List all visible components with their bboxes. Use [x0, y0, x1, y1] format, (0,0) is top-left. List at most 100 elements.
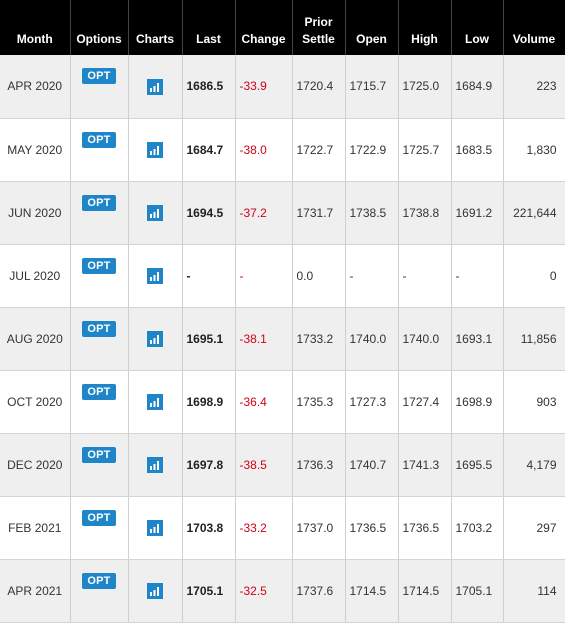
high-value: 1741.3: [398, 433, 452, 497]
month-label[interactable]: FEB 2021: [8, 521, 61, 535]
last-price: 1705.1: [182, 559, 236, 623]
change-value: -33.2: [235, 496, 293, 560]
month-cell[interactable]: OCT 2020: [0, 370, 71, 434]
column-header-month[interactable]: Month: [0, 0, 71, 55]
column-header-prior-settle[interactable]: Prior Settle: [292, 0, 346, 55]
change-value: -37.2: [235, 181, 293, 245]
column-header-volume[interactable]: Volume: [503, 0, 565, 55]
change-value: -38.1: [235, 307, 293, 371]
charts-cell: [128, 244, 183, 308]
volume-value: 1,830: [503, 118, 565, 182]
volume-value: 221,644: [503, 181, 565, 245]
column-header-low[interactable]: Low: [451, 0, 504, 55]
bar-chart-icon[interactable]: [147, 331, 163, 347]
charts-cell: [128, 307, 183, 371]
opt-button[interactable]: OPT: [82, 131, 116, 148]
options-cell: OPT: [70, 181, 129, 245]
last-price: 1684.7: [182, 118, 236, 182]
opt-button[interactable]: OPT: [82, 383, 116, 400]
options-cell: OPT: [70, 559, 129, 623]
month-label[interactable]: DEC 2020: [7, 458, 62, 472]
low-value: 1698.9: [451, 370, 504, 434]
month-cell[interactable]: APR 2021: [0, 559, 71, 623]
month-label[interactable]: JUL 2020: [9, 269, 60, 283]
options-cell: OPT: [70, 307, 129, 371]
options-cell: OPT: [70, 370, 129, 434]
volume-value: 114: [503, 559, 565, 623]
opt-button[interactable]: OPT: [82, 446, 116, 463]
prior-settle-value: 1737.6: [292, 559, 346, 623]
month-label[interactable]: APR 2021: [7, 584, 62, 598]
last-price: 1698.9: [182, 370, 236, 434]
high-value: 1740.0: [398, 307, 452, 371]
column-header-options: Options: [70, 0, 129, 55]
month-label[interactable]: MAY 2020: [7, 143, 62, 157]
bar-chart-icon[interactable]: [147, 520, 163, 536]
bar-chart-icon[interactable]: [147, 457, 163, 473]
futures-quotes-table: Month Options Charts Last Change Prior Se…: [0, 0, 565, 623]
open-value: 1738.5: [345, 181, 399, 245]
open-value: 1740.0: [345, 307, 399, 371]
low-value: 1705.1: [451, 559, 504, 623]
month-cell[interactable]: JUN 2020: [0, 181, 71, 245]
opt-button[interactable]: OPT: [82, 68, 116, 85]
prior-settle-value: 1731.7: [292, 181, 346, 245]
prior-settle-value: 1733.2: [292, 307, 346, 371]
bar-chart-icon[interactable]: [147, 583, 163, 599]
column-header-open[interactable]: Open: [345, 0, 399, 55]
low-value: -: [451, 244, 504, 308]
high-value: 1736.5: [398, 496, 452, 560]
options-cell: OPT: [70, 118, 129, 182]
month-cell[interactable]: MAY 2020: [0, 118, 71, 182]
month-cell[interactable]: JUL 2020: [0, 244, 71, 308]
options-cell: OPT: [70, 496, 129, 560]
opt-button[interactable]: OPT: [82, 320, 116, 337]
change-value: -38.5: [235, 433, 293, 497]
prior-settle-value: 1735.3: [292, 370, 346, 434]
month-cell[interactable]: AUG 2020: [0, 307, 71, 371]
last-price: -: [182, 244, 236, 308]
month-label[interactable]: JUN 2020: [8, 206, 61, 220]
high-value: -: [398, 244, 452, 308]
column-header-change[interactable]: Change: [235, 0, 293, 55]
bar-chart-icon[interactable]: [147, 268, 163, 284]
open-value: 1736.5: [345, 496, 399, 560]
charts-cell: [128, 433, 183, 497]
charts-cell: [128, 559, 183, 623]
high-value: 1738.8: [398, 181, 452, 245]
table-row: DEC 2020 OPT 1697.8 -38.5 1736.3 1740.7 …: [0, 433, 565, 497]
charts-cell: [128, 181, 183, 245]
low-value: 1693.1: [451, 307, 504, 371]
open-value: 1714.5: [345, 559, 399, 623]
month-cell[interactable]: DEC 2020: [0, 433, 71, 497]
charts-cell: [128, 118, 183, 182]
change-value: -33.9: [235, 55, 293, 119]
prior-settle-value: 1720.4: [292, 55, 346, 119]
last-price: 1695.1: [182, 307, 236, 371]
prior-settle-value: 1722.7: [292, 118, 346, 182]
opt-button[interactable]: OPT: [82, 257, 116, 274]
high-value: 1727.4: [398, 370, 452, 434]
opt-button[interactable]: OPT: [82, 509, 116, 526]
month-label[interactable]: APR 2020: [7, 79, 62, 93]
column-header-high[interactable]: High: [398, 0, 452, 55]
change-value: -36.4: [235, 370, 293, 434]
charts-cell: [128, 55, 183, 119]
month-cell[interactable]: FEB 2021: [0, 496, 71, 560]
volume-value: 903: [503, 370, 565, 434]
high-value: 1725.0: [398, 55, 452, 119]
month-label[interactable]: AUG 2020: [7, 332, 63, 346]
month-label[interactable]: OCT 2020: [7, 395, 62, 409]
opt-button[interactable]: OPT: [82, 572, 116, 589]
change-value: -38.0: [235, 118, 293, 182]
bar-chart-icon[interactable]: [147, 394, 163, 410]
bar-chart-icon[interactable]: [147, 78, 163, 95]
bar-chart-icon[interactable]: [147, 205, 163, 221]
bar-chart-icon[interactable]: [147, 142, 163, 158]
column-header-last[interactable]: Last: [182, 0, 236, 55]
prior-settle-value: 0.0: [292, 244, 346, 308]
month-cell[interactable]: APR 2020: [0, 55, 71, 119]
volume-value: 11,856: [503, 307, 565, 371]
table-row: MAY 2020 OPT 1684.7 -38.0 1722.7 1722.9 …: [0, 118, 565, 182]
opt-button[interactable]: OPT: [82, 194, 116, 211]
